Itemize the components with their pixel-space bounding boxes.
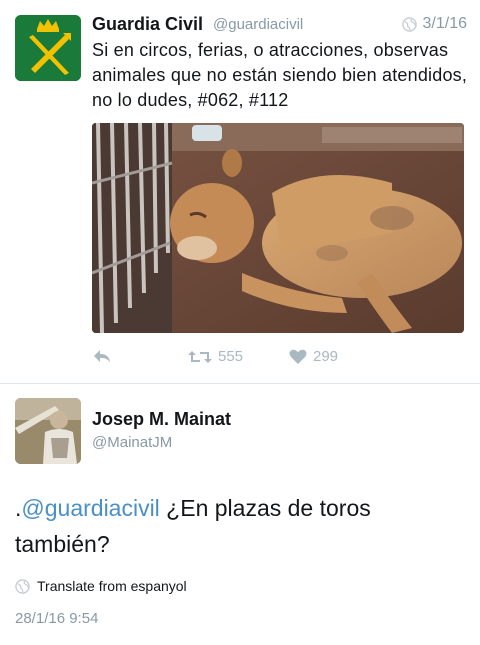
retweet-icon (188, 350, 212, 363)
guardia-civil-crest-icon (15, 15, 81, 81)
tweet-text: .@guardiacivil ¿En plazas de toros tambi… (15, 490, 465, 562)
tweet-photo[interactable] (92, 123, 464, 333)
tweet-date[interactable]: 3/1/16 (423, 15, 467, 33)
author-handle[interactable]: @MainatJM (92, 434, 172, 451)
tweet-divider (0, 383, 480, 384)
tweet-actions: 555 299 (92, 348, 464, 370)
avatar[interactable] (15, 15, 81, 81)
translate-button[interactable]: Translate from espanyol (15, 578, 187, 594)
mention-link[interactable]: @guardiacivil (21, 495, 159, 521)
retweet-count: 555 (218, 348, 244, 365)
globe-icon (401, 16, 417, 32)
like-button[interactable]: 299 (289, 348, 338, 365)
like-count: 299 (313, 348, 339, 365)
globe-icon (15, 578, 30, 594)
author-name[interactable]: Guardia Civil (92, 14, 203, 35)
retweet-button[interactable]: 555 (188, 348, 243, 365)
author-name[interactable]: Josep M. Mainat (92, 409, 231, 430)
translate-label: Translate from espanyol (37, 578, 187, 594)
user-avatar-photo-image (15, 398, 81, 464)
heart-icon (289, 349, 307, 364)
lion-cub-photo-image (92, 123, 464, 333)
tweet-guardia-civil[interactable]: Guardia Civil @guardiacivil 3/1/16 Si en… (0, 0, 480, 383)
reply-button[interactable] (92, 348, 112, 364)
tweet-text: Si en circos, ferias, o atracciones, obs… (92, 40, 468, 110)
author-handle[interactable]: @guardiacivil (213, 16, 303, 33)
tweet-date-group: 3/1/16 (401, 15, 467, 33)
tweet-header: Guardia Civil @guardiacivil 3/1/16 (92, 14, 467, 38)
reply-icon (94, 350, 110, 362)
tweet-timestamp[interactable]: 28/1/16 9:54 (15, 610, 98, 627)
avatar[interactable] (15, 398, 81, 464)
